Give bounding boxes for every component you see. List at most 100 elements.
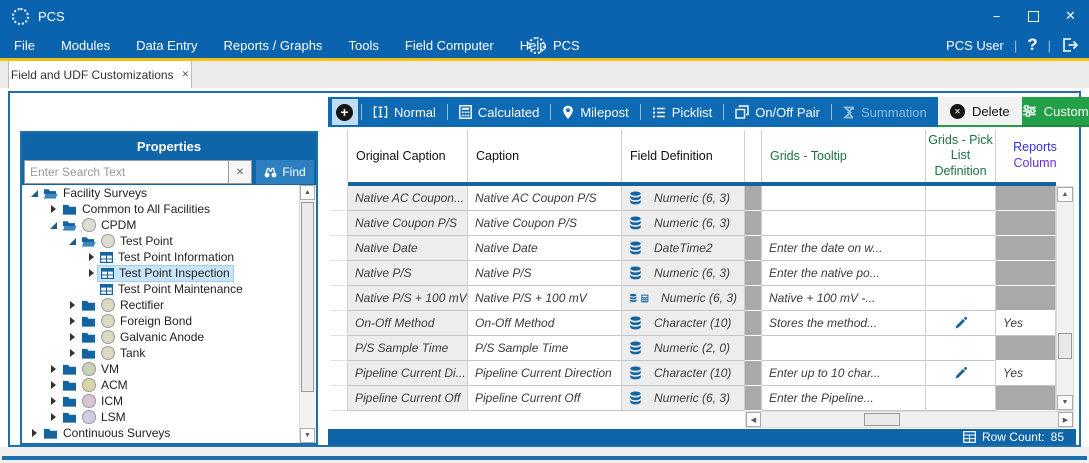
collapse-arrow-icon[interactable] [47,221,59,229]
expand-arrow-icon[interactable] [47,413,59,421]
calculated-button[interactable]: Calculated [448,105,550,120]
row-selector[interactable] [330,286,348,311]
collapse-arrow-icon[interactable] [66,237,78,245]
cell-grids-tooltip[interactable]: Stores the method... [762,311,926,336]
row-selector[interactable] [330,261,348,286]
row-selector[interactable] [330,211,348,236]
picklist-button[interactable]: Picklist [641,105,723,120]
cell-grids-tooltip[interactable] [762,186,926,211]
cell-reports-column[interactable]: Yes [996,311,1056,336]
cell-reports-column[interactable] [996,261,1056,286]
grid-vscrollbar-thumb[interactable] [1058,333,1072,359]
cell-reports-column[interactable] [996,211,1056,236]
expand-arrow-icon[interactable] [66,349,78,357]
expand-arrow-icon[interactable] [47,205,59,213]
menu-reports-graphs[interactable]: Reports / Graphs [224,38,323,53]
scroll-down-icon[interactable]: ▼ [300,428,315,443]
tree-item-icm[interactable]: ICM [22,393,316,409]
cell-grids-tooltip[interactable]: Enter the Pipeline... [762,386,926,411]
row-selector[interactable] [330,311,348,336]
tree-scrollbar-thumb[interactable] [301,202,314,392]
tree-item-tank[interactable]: Tank [22,345,316,361]
cell-grids-picklist[interactable] [926,311,996,336]
column-header-field-definition[interactable]: Field Definition [622,130,745,182]
cell-caption[interactable]: Native AC Coupon P/S [468,186,622,211]
cell-caption[interactable]: Native P/S [468,261,622,286]
search-input[interactable] [25,161,228,183]
cell-grids-tooltip[interactable]: Enter the date on w... [762,236,926,261]
menu-tools[interactable]: Tools [349,38,379,53]
cell-caption[interactable]: Pipeline Current Off [468,386,622,411]
menu-data-entry[interactable]: Data Entry [136,38,197,53]
tab-field-and-udf-customizations[interactable]: Field and UDF Customizations ✕ [8,61,192,88]
scroll-right-icon[interactable]: ▶ [1058,412,1073,427]
tree-item-cpdm[interactable]: CPDM [22,217,316,233]
help-button[interactable]: ? [1027,35,1037,55]
milepost-button[interactable]: Milepost [551,105,639,120]
maximize-button[interactable] [1015,0,1052,32]
expand-arrow-icon[interactable] [66,333,78,341]
expand-arrow-icon[interactable] [28,429,40,437]
cell-reports-column[interactable] [996,236,1056,261]
cell-caption[interactable]: Native Date [468,236,622,261]
cell-caption[interactable]: Native P/S + 100 mV [468,286,622,311]
cell-grids-tooltip[interactable]: Native + 100 mV -... [762,286,926,311]
row-selector[interactable] [330,336,348,361]
expand-arrow-icon[interactable] [47,397,59,405]
column-header-grids-tooltip[interactable]: Grids - Tooltip [762,130,926,182]
customize-button[interactable]: Customize [1021,97,1089,127]
menu-file[interactable]: File [14,38,35,53]
expand-arrow-icon[interactable] [66,317,78,325]
cell-reports-column[interactable] [996,286,1056,311]
cell-reports-column[interactable] [996,336,1056,361]
logout-button[interactable] [1061,37,1079,53]
menu-field-computer[interactable]: Field Computer [405,38,494,53]
cell-grids-picklist[interactable] [926,361,996,386]
minimize-button[interactable]: − [978,0,1015,32]
delete-button[interactable]: ✕ Delete [937,97,1022,127]
row-selector[interactable] [330,236,348,261]
expand-arrow-icon[interactable] [85,269,97,277]
summation-button[interactable]: Summation [832,105,938,120]
grid-hscrollbar-thumb[interactable] [864,413,900,426]
cell-grids-tooltip[interactable] [762,211,926,236]
scroll-up-icon[interactable]: ▲ [1057,187,1073,202]
expand-arrow-icon[interactable] [47,381,59,389]
tree-item-continuous-surveys[interactable]: Continuous Surveys [22,425,316,441]
cell-caption[interactable]: On-Off Method [468,311,622,336]
cell-caption[interactable]: P/S Sample Time [468,336,622,361]
expand-arrow-icon[interactable] [47,365,59,373]
cell-reports-column[interactable] [996,386,1056,411]
tree-item-test-point-inspection[interactable]: Test Point Inspection [22,264,316,282]
row-selector[interactable] [330,386,348,411]
tree-item-test-point-information[interactable]: Test Point Information [22,249,316,265]
column-header-grids-picklist[interactable]: Grids - Pick List Definition [926,130,996,182]
tree-item-test-point[interactable]: Test Point [22,233,316,249]
close-button[interactable]: ✕ [1052,0,1089,32]
column-header-caption[interactable]: Caption [468,130,622,182]
clear-search-icon[interactable]: ✕ [228,161,251,183]
cell-reports-column[interactable] [996,186,1056,211]
tree-item-vm[interactable]: VM [22,361,316,377]
tree-item-foreign-bond[interactable]: Foreign Bond [22,313,316,329]
tree-item-acm[interactable]: ACM [22,377,316,393]
tree-item-rectifier[interactable]: Rectifier [22,297,316,313]
add-field-button[interactable]: + [328,97,361,127]
row-selector[interactable] [330,361,348,386]
column-header-original-caption[interactable]: Original Caption [348,130,468,182]
expand-arrow-icon[interactable] [85,253,97,261]
tree-item-galvanic-anode[interactable]: Galvanic Anode [22,329,316,345]
onoff-pair-button[interactable]: On/Off Pair [724,105,831,120]
cell-grids-tooltip[interactable]: Enter up to 10 char... [762,361,926,386]
cell-caption[interactable]: Pipeline Current Direction [468,361,622,386]
tree-scrollbar[interactable]: ▲ ▼ [299,185,316,443]
cell-reports-column[interactable]: Yes [996,361,1056,386]
tree-item-lsm[interactable]: LSM [22,409,316,425]
menu-modules[interactable]: Modules [61,38,110,53]
column-header-reports-column[interactable]: Reports Column [996,130,1074,182]
expand-arrow-icon[interactable] [66,301,78,309]
cell-grids-tooltip[interactable] [762,336,926,361]
tab-close-icon[interactable]: ✕ [182,69,190,80]
tree-item-facility-surveys[interactable]: Facility Surveys [22,185,316,201]
scroll-down-icon[interactable]: ▼ [1057,395,1073,410]
